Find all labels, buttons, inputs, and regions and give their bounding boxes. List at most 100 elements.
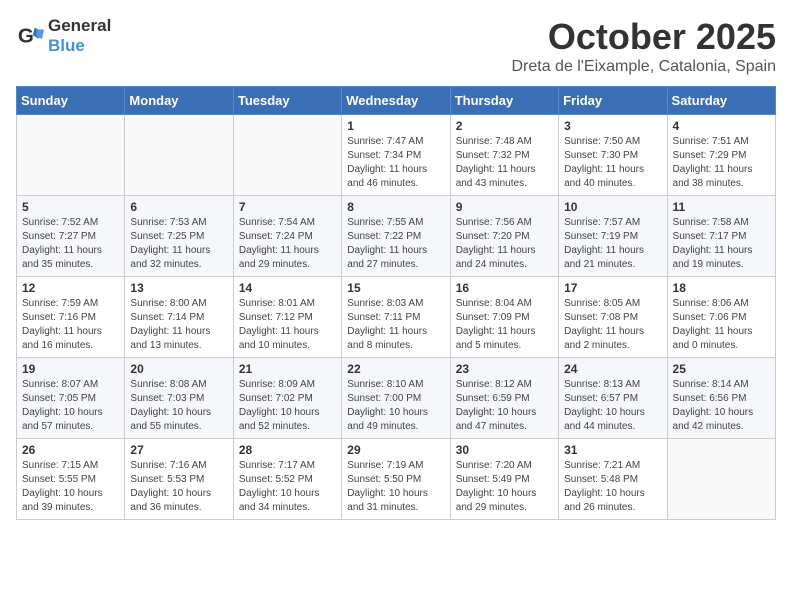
calendar-cell: 4 Sunrise: 7:51 AMSunset: 7:29 PMDaylight… [667,115,775,196]
day-info: Sunrise: 8:05 AMSunset: 7:08 PMDaylight:… [564,297,661,353]
calendar-cell: 30 Sunrise: 7:20 AMSunset: 5:49 PMDayligh… [450,439,558,520]
day-number: 19 [22,362,119,376]
calendar-cell: 10Sunrise: 7:57 AMSunset: 7:19 PMDayligh… [559,196,667,277]
weekday-header-thursday: Thursday [450,87,558,115]
day-info: Sunrise: 8:04 AMSunset: 7:09 PMDaylight:… [456,297,553,353]
day-number: 1 [347,119,444,133]
svg-text:G: G [18,25,34,48]
calendar-week-3: 12 Sunrise: 7:59 AMSunset: 7:16 PMDayligh… [17,277,776,358]
day-number: 6 [130,200,227,214]
calendar-cell: 6 Sunrise: 7:53 AMSunset: 7:25 PMDaylight… [125,196,233,277]
day-info: Sunrise: 8:12 AMSunset: 6:59 PMDaylight:… [456,378,553,434]
calendar-cell: 28 Sunrise: 7:17 AMSunset: 5:52 PMDayligh… [233,439,341,520]
day-info: Sunrise: 8:13 AMSunset: 6:57 PMDaylight:… [564,378,661,434]
day-number: 20 [130,362,227,376]
calendar-cell: 20 Sunrise: 8:08 AMSunset: 7:03 PMDayligh… [125,358,233,439]
day-info: Sunrise: 7:16 AMSunset: 5:53 PMDaylight:… [130,459,227,515]
day-number: 31 [564,443,661,457]
calendar-cell: 11 Sunrise: 7:58 AMSunset: 7:17 PMDayligh… [667,196,775,277]
calendar-cell [125,115,233,196]
day-number: 4 [673,119,770,133]
day-info: Sunrise: 7:50 AMSunset: 7:30 PMDaylight:… [564,135,661,191]
calendar-cell [233,115,341,196]
day-number: 2 [456,119,553,133]
day-info: Sunrise: 7:19 AMSunset: 5:50 PMDaylight:… [347,459,444,515]
weekday-header-tuesday: Tuesday [233,87,341,115]
logo-text: General Blue [48,16,111,56]
weekday-header-friday: Friday [559,87,667,115]
day-info: Sunrise: 8:10 AMSunset: 7:00 PMDaylight:… [347,378,444,434]
calendar-cell: 15 Sunrise: 8:03 AMSunset: 7:11 PMDayligh… [342,277,450,358]
page-header: G General Blue October 2025 Dreta de l'E… [16,16,776,76]
calendar-cell: 5 Sunrise: 7:52 AMSunset: 7:27 PMDaylight… [17,196,125,277]
month-title: October 2025 [511,16,776,58]
calendar-cell: 25Sunrise: 8:14 AMSunset: 6:56 PMDayligh… [667,358,775,439]
day-info: Sunrise: 8:08 AMSunset: 7:03 PMDaylight:… [130,378,227,434]
calendar-cell: 3 Sunrise: 7:50 AMSunset: 7:30 PMDaylight… [559,115,667,196]
day-number: 14 [239,281,336,295]
calendar-cell: 29 Sunrise: 7:19 AMSunset: 5:50 PMDayligh… [342,439,450,520]
day-info: Sunrise: 7:54 AMSunset: 7:24 PMDaylight:… [239,216,336,272]
day-number: 21 [239,362,336,376]
day-number: 11 [673,200,770,214]
calendar-cell: 18Sunrise: 8:06 AMSunset: 7:06 PMDayligh… [667,277,775,358]
calendar-week-1: 1 Sunrise: 7:47 AMSunset: 7:34 PMDaylight… [17,115,776,196]
calendar-cell: 7Sunrise: 7:54 AMSunset: 7:24 PMDaylight… [233,196,341,277]
day-number: 29 [347,443,444,457]
calendar-cell [667,439,775,520]
day-info: Sunrise: 7:57 AMSunset: 7:19 PMDaylight:… [564,216,661,272]
day-info: Sunrise: 8:09 AMSunset: 7:02 PMDaylight:… [239,378,336,434]
day-info: Sunrise: 8:00 AMSunset: 7:14 PMDaylight:… [130,297,227,353]
day-info: Sunrise: 7:48 AMSunset: 7:32 PMDaylight:… [456,135,553,191]
day-number: 26 [22,443,119,457]
calendar-cell: 22 Sunrise: 8:10 AMSunset: 7:00 PMDayligh… [342,358,450,439]
day-number: 25 [673,362,770,376]
calendar-cell: 19 Sunrise: 8:07 AMSunset: 7:05 PMDayligh… [17,358,125,439]
day-info: Sunrise: 7:21 AMSunset: 5:48 PMDaylight:… [564,459,661,515]
day-number: 16 [456,281,553,295]
day-number: 22 [347,362,444,376]
calendar-cell: 26 Sunrise: 7:15 AMSunset: 5:55 PMDayligh… [17,439,125,520]
day-number: 15 [347,281,444,295]
day-number: 9 [456,200,553,214]
calendar-cell: 13 Sunrise: 8:00 AMSunset: 7:14 PMDayligh… [125,277,233,358]
day-info: Sunrise: 7:58 AMSunset: 7:17 PMDaylight:… [673,216,770,272]
location-subtitle: Dreta de l'Eixample, Catalonia, Spain [511,58,776,76]
day-info: Sunrise: 7:17 AMSunset: 5:52 PMDaylight:… [239,459,336,515]
day-info: Sunrise: 7:53 AMSunset: 7:25 PMDaylight:… [130,216,227,272]
calendar-cell: 12 Sunrise: 7:59 AMSunset: 7:16 PMDayligh… [17,277,125,358]
calendar-week-2: 5 Sunrise: 7:52 AMSunset: 7:27 PMDaylight… [17,196,776,277]
calendar-cell: 21 Sunrise: 8:09 AMSunset: 7:02 PMDayligh… [233,358,341,439]
day-number: 17 [564,281,661,295]
day-number: 28 [239,443,336,457]
logo-icon: G [16,22,44,50]
day-info: Sunrise: 7:51 AMSunset: 7:29 PMDaylight:… [673,135,770,191]
day-number: 27 [130,443,227,457]
day-number: 23 [456,362,553,376]
day-number: 18 [673,281,770,295]
weekday-header-sunday: Sunday [17,87,125,115]
day-info: Sunrise: 7:47 AMSunset: 7:34 PMDaylight:… [347,135,444,191]
day-number: 8 [347,200,444,214]
day-info: Sunrise: 7:20 AMSunset: 5:49 PMDaylight:… [456,459,553,515]
day-info: Sunrise: 7:59 AMSunset: 7:16 PMDaylight:… [22,297,119,353]
day-info: Sunrise: 7:52 AMSunset: 7:27 PMDaylight:… [22,216,119,272]
weekday-header-row: SundayMondayTuesdayWednesdayThursdayFrid… [17,87,776,115]
day-info: Sunrise: 8:03 AMSunset: 7:11 PMDaylight:… [347,297,444,353]
day-info: Sunrise: 8:07 AMSunset: 7:05 PMDaylight:… [22,378,119,434]
day-number: 5 [22,200,119,214]
calendar-table: SundayMondayTuesdayWednesdayThursdayFrid… [16,86,776,520]
calendar-week-5: 26 Sunrise: 7:15 AMSunset: 5:55 PMDayligh… [17,439,776,520]
weekday-header-monday: Monday [125,87,233,115]
weekday-header-saturday: Saturday [667,87,775,115]
calendar-cell: 31 Sunrise: 7:21 AMSunset: 5:48 PMDayligh… [559,439,667,520]
calendar-cell: 27 Sunrise: 7:16 AMSunset: 5:53 PMDayligh… [125,439,233,520]
logo: G General Blue [16,16,111,56]
day-info: Sunrise: 7:15 AMSunset: 5:55 PMDaylight:… [22,459,119,515]
day-number: 12 [22,281,119,295]
calendar-cell: 2 Sunrise: 7:48 AMSunset: 7:32 PMDaylight… [450,115,558,196]
day-number: 30 [456,443,553,457]
day-number: 3 [564,119,661,133]
day-number: 13 [130,281,227,295]
day-info: Sunrise: 7:55 AMSunset: 7:22 PMDaylight:… [347,216,444,272]
